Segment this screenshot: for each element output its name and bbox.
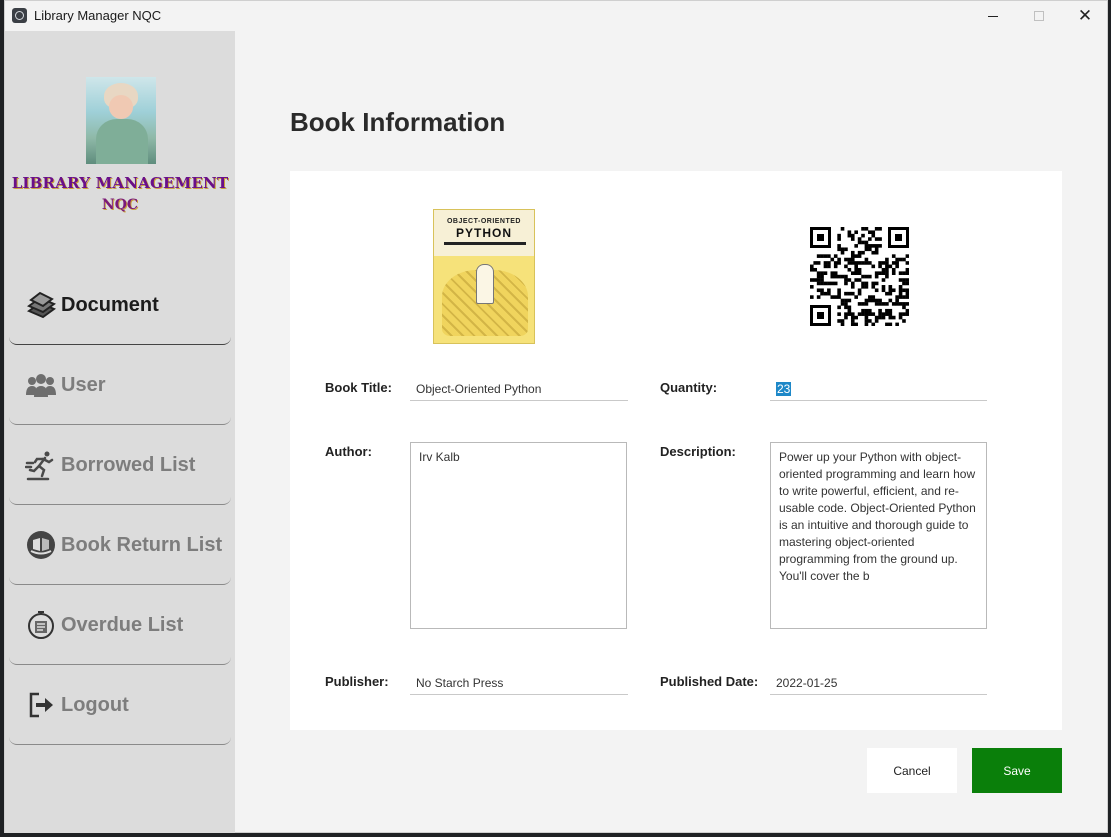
book-cover-image: OBJECT-ORIENTED PYTHON: [433, 209, 535, 344]
sidebar-item-label: Logout: [61, 693, 129, 716]
sidebar: LIBRARY MANAGEMENT NQC Document User Bor…: [5, 31, 235, 833]
brand-title: LIBRARY MANAGEMENT: [11, 174, 229, 192]
sidebar-item-label: Document: [61, 293, 159, 316]
title-bar: Library Manager NQC ✕: [5, 1, 1107, 31]
maximize-icon: [1034, 11, 1044, 21]
avatar: [86, 77, 156, 164]
book-title-field[interactable]: Object-Oriented Python: [410, 377, 628, 401]
description-label: Description:: [660, 444, 736, 459]
sidebar-item-book-return-list[interactable]: Book Return List: [9, 505, 231, 585]
running-person-icon: [25, 449, 57, 481]
book-return-icon: [25, 529, 57, 561]
book-info-card: OBJECT-ORIENTED PYTHON Book Title: Objec…: [290, 171, 1062, 730]
sidebar-item-user[interactable]: User: [9, 345, 231, 425]
brand-subtitle: NQC: [101, 197, 139, 213]
sidebar-item-label: Book Return List: [61, 533, 223, 556]
description-field[interactable]: Power up your Python with object-oriente…: [770, 442, 987, 629]
logout-icon: [25, 689, 57, 721]
qr-code-image: [810, 227, 910, 327]
publisher-label: Publisher:: [325, 674, 389, 689]
sidebar-item-label: Borrowed List: [61, 453, 196, 476]
sidebar-item-label: User: [61, 373, 106, 396]
app-window: Library Manager NQC ✕ LIBRARY MANAGEMENT…: [4, 0, 1108, 833]
sidebar-item-label: Overdue List: [61, 613, 184, 636]
app-icon: [12, 8, 27, 23]
quantity-label: Quantity:: [660, 380, 718, 395]
minimize-icon: [988, 15, 998, 17]
published-date-field[interactable]: 2022-01-25: [770, 671, 987, 695]
sidebar-item-borrowed-list[interactable]: Borrowed List: [9, 425, 231, 505]
sidebar-item-document[interactable]: Document: [9, 265, 231, 345]
author-field[interactable]: Irv Kalb: [410, 442, 627, 629]
overdue-clock-icon: [25, 609, 57, 641]
sidebar-item-logout[interactable]: Logout: [9, 665, 231, 745]
quantity-value: 23: [776, 382, 792, 396]
minimize-button[interactable]: [970, 1, 1016, 31]
cancel-button[interactable]: Cancel: [867, 748, 957, 793]
author-label: Author:: [325, 444, 372, 459]
close-icon: ✕: [1077, 6, 1093, 25]
maximize-button[interactable]: [1016, 1, 1062, 31]
quantity-field[interactable]: 23: [770, 377, 987, 401]
page-title: Book Information: [290, 107, 506, 137]
sidebar-item-overdue-list[interactable]: Overdue List: [9, 585, 231, 665]
book-title-label: Book Title:: [325, 380, 392, 395]
books-icon: [25, 289, 57, 321]
window-title: Library Manager NQC: [34, 8, 162, 23]
save-button[interactable]: Save: [972, 748, 1062, 793]
users-icon: [25, 369, 57, 401]
close-button[interactable]: ✕: [1062, 1, 1108, 31]
publisher-field[interactable]: No Starch Press: [410, 671, 628, 695]
published-date-label: Published Date:: [660, 674, 759, 689]
